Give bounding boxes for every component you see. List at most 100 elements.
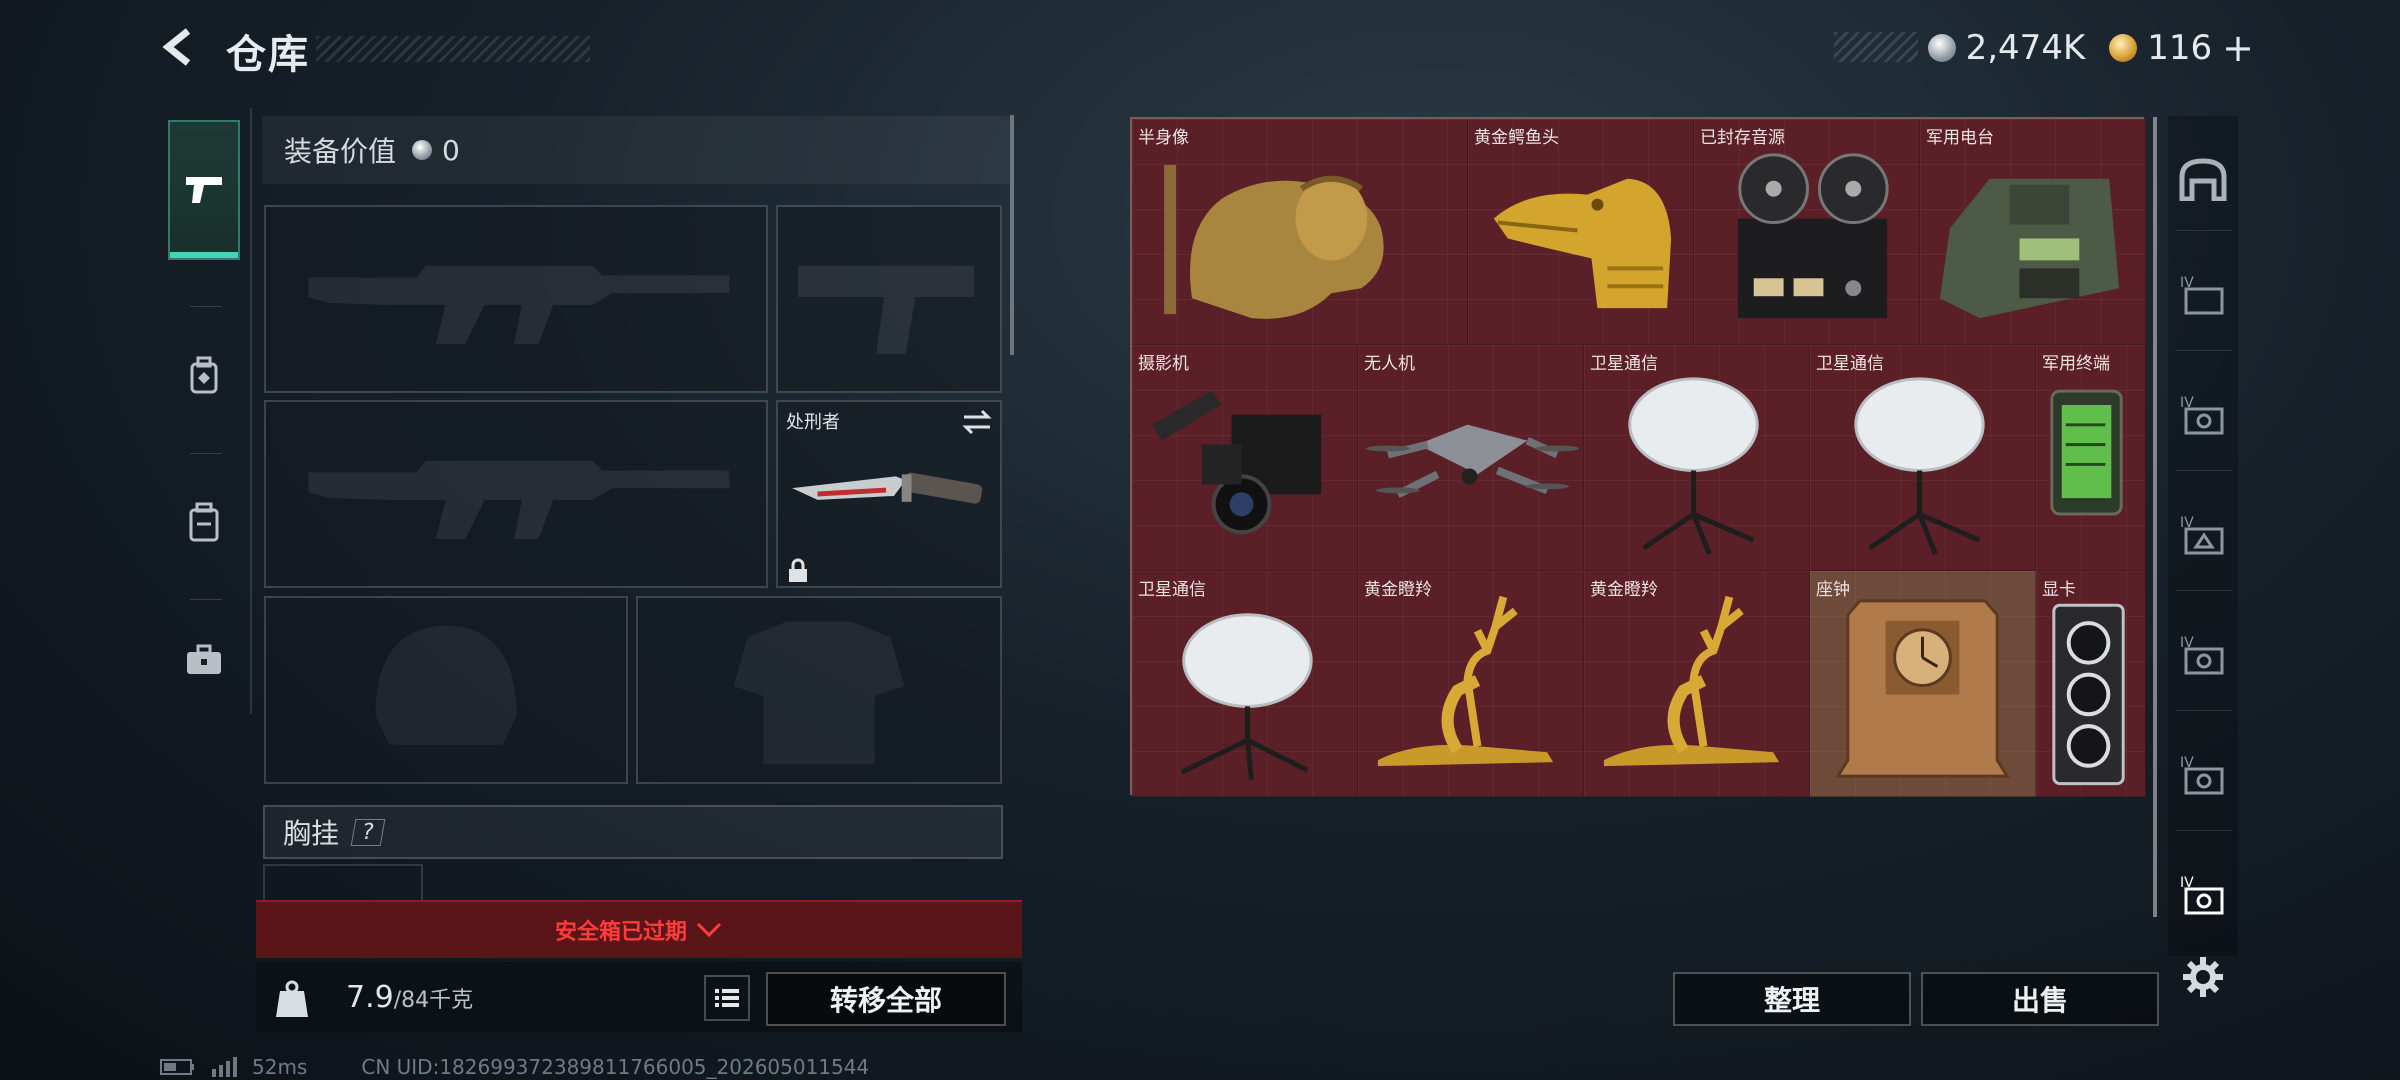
status-bar: 52ms CN UID:182699372389811766005_202605… — [160, 1055, 869, 1079]
primary-weapon-slot[interactable] — [264, 205, 768, 393]
weight-readout: 7.9/84千克 — [346, 980, 473, 1015]
item-camera[interactable]: 摄影机 — [1132, 345, 1358, 571]
equipment-value-amount: 0 — [442, 133, 460, 167]
item-golden-gazelle-1[interactable]: 黄金瞪羚 — [1358, 571, 1584, 797]
graphics-card-icon — [2052, 603, 2125, 786]
equipment-value: 装备价值 0 — [262, 116, 1010, 184]
swap-icon — [962, 409, 992, 435]
tab-weapons[interactable] — [168, 120, 240, 260]
item-golden-gazelle-2[interactable]: 黄金瞪羚 — [1584, 571, 1810, 797]
stash-grid: 半身像 黄金鳄鱼头 已封存音源 军用电台 摄影机 无人机 卫星通信 卫星通信 军… — [1130, 117, 2146, 797]
satellite-dish-icon — [1628, 377, 1759, 555]
list-view-button[interactable] — [704, 975, 750, 1021]
ping-readout: 52ms — [252, 1055, 308, 1079]
secondary-weapon-slot[interactable] — [264, 400, 768, 588]
item-military-terminal[interactable]: 军用终端 — [2036, 345, 2146, 571]
vest-silhouette-icon — [733, 621, 905, 765]
currency-bar: 2,474K 116 + — [1834, 26, 2254, 70]
stash-page-5-button[interactable]: IV — [2172, 622, 2234, 684]
signal-icon — [212, 1057, 237, 1077]
tab-container[interactable] — [168, 454, 240, 590]
stash-scrollbar[interactable] — [2153, 117, 2157, 917]
backpack-icon — [190, 356, 218, 394]
lock-icon — [789, 558, 807, 582]
tape-deck-icon — [1737, 153, 1889, 319]
stash-page-2-button[interactable]: IV — [2172, 262, 2234, 324]
gold-balance: 116 — [2147, 28, 2213, 68]
equipment-scrollbar[interactable] — [1010, 115, 1014, 355]
stash-page-icon: IV — [2180, 395, 2224, 435]
stash-page-7-button[interactable]: IV — [2172, 862, 2234, 924]
rig-item-slot[interactable] — [263, 864, 423, 904]
stash-page-icon: IV — [2180, 635, 2224, 675]
satellite-dish-icon — [1854, 377, 1985, 555]
safe-box-expired-text: 安全箱已过期 — [554, 920, 687, 945]
pistol-silhouette-icon — [797, 265, 975, 354]
stash-page-3-button[interactable]: IV — [2172, 382, 2234, 444]
pistol-icon — [186, 177, 222, 203]
back-arrow-icon — [162, 28, 191, 66]
drone-icon — [1365, 424, 1580, 498]
list-icon — [715, 989, 739, 1007]
safe-box-expired-banner[interactable]: 安全箱已过期 — [256, 900, 1022, 958]
item-bust[interactable]: 半身像 — [1132, 119, 1468, 345]
sidearm-slot[interactable] — [776, 205, 1002, 393]
item-satcom-3[interactable]: 卫星通信 — [1132, 571, 1358, 797]
stash-page-icon: IV — [2180, 515, 2224, 555]
helmet-slot[interactable] — [264, 596, 628, 784]
transfer-all-button[interactable]: 转移全部 — [766, 972, 1006, 1026]
chest-rig-label: 胸挂 — [283, 817, 340, 850]
help-icon[interactable]: ? — [350, 818, 386, 846]
item-satcom-2[interactable]: 卫星通信 — [1810, 345, 2036, 571]
item-drone[interactable]: 无人机 — [1358, 345, 1584, 571]
stash-home-button[interactable] — [2172, 148, 2234, 210]
mantel-clock-icon — [1835, 599, 2010, 778]
silver-coin-icon — [1927, 34, 1956, 62]
satellite-dish-icon — [1180, 613, 1313, 781]
stash-page-icon: IV — [2180, 755, 2224, 795]
item-graphics-card[interactable]: 显卡 — [2036, 571, 2146, 797]
golden-gazelle-icon — [1377, 595, 1554, 767]
gold-coin-icon — [2109, 34, 2138, 62]
melee-label: 处刑者 — [786, 412, 840, 433]
back-button[interactable] — [155, 22, 205, 72]
silver-balance: 2,474K — [1965, 28, 2086, 68]
bust-icon — [1164, 164, 1384, 319]
item-mantel-clock[interactable]: 座钟 — [1810, 571, 2036, 797]
item-sealed-audio-source[interactable]: 已封存音源 — [1694, 119, 1920, 345]
sell-button[interactable]: 出售 — [1921, 972, 2159, 1026]
briefcase-icon — [187, 644, 221, 674]
weight-current: 7.9 — [346, 980, 394, 1015]
user-uid: CN UID:182699372389811766005_20260501154… — [361, 1055, 870, 1079]
item-military-radio[interactable]: 军用电台 — [1920, 119, 2146, 345]
equipment-value-label: 装备价值 — [284, 135, 397, 168]
case-icon — [189, 502, 219, 542]
sort-button[interactable]: 整理 — [1673, 972, 1911, 1026]
stash-page-icon: IV — [2180, 875, 2224, 915]
settings-button[interactable] — [2172, 946, 2234, 1008]
gear-icon — [2183, 957, 2223, 997]
stash-page-4-button[interactable]: IV — [2172, 502, 2234, 564]
add-currency-button[interactable]: + — [2222, 26, 2254, 70]
item-satcom-1[interactable]: 卫星通信 — [1584, 345, 1810, 571]
stash-page-icon: IV — [2180, 275, 2224, 315]
melee-slot[interactable]: 处刑者 — [776, 400, 1002, 588]
radio-icon — [1939, 178, 2120, 319]
golden-gazelle-icon — [1603, 595, 1780, 767]
weight-max: /84千克 — [393, 988, 474, 1013]
page-title: 仓库 — [226, 32, 310, 78]
title-decoration — [316, 36, 590, 62]
stash-page-6-button[interactable]: IV — [2172, 742, 2234, 804]
armor-slot[interactable] — [636, 596, 1002, 784]
item-gold-croc-head[interactable]: 黄金鳄鱼头 — [1468, 119, 1694, 345]
chevron-down-icon — [696, 922, 722, 938]
weight-icon — [268, 975, 316, 1023]
rifle-silhouette-icon — [308, 460, 730, 540]
warehouse-icon — [2179, 158, 2227, 201]
helmet-silhouette-icon — [375, 625, 517, 745]
left-sidebar — [160, 108, 252, 714]
tab-toolbox[interactable] — [168, 600, 240, 720]
chest-rig-slot[interactable]: 胸挂 ? — [263, 805, 1003, 859]
silver-coin-icon — [412, 140, 433, 160]
tab-armor[interactable] — [168, 308, 240, 444]
